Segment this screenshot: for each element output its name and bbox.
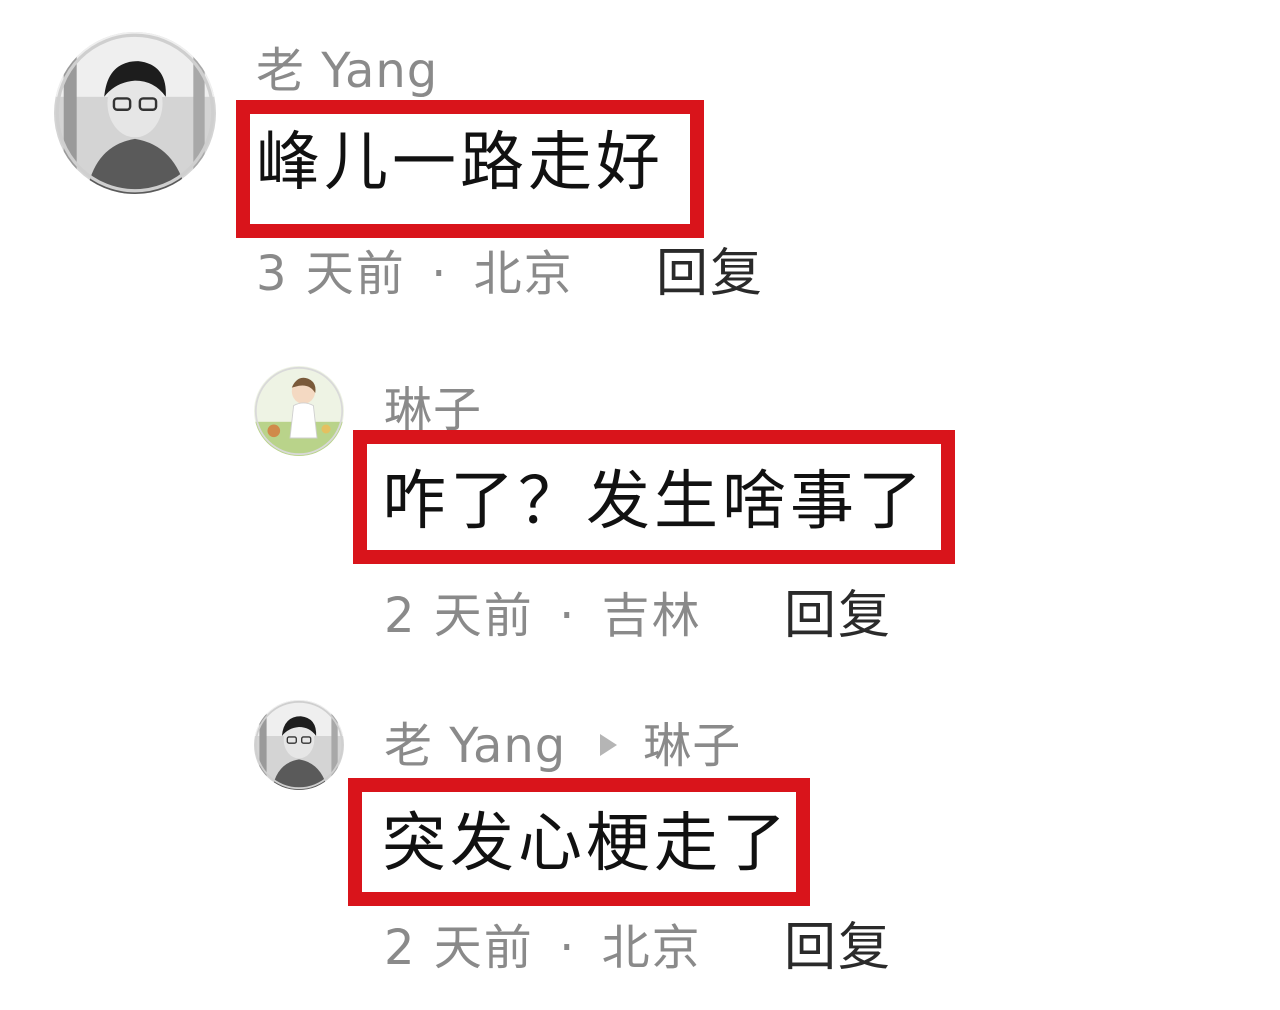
comment-body: 咋了？发生啥事了 [382,465,926,539]
comment-body: 突发心梗走了 [382,807,790,881]
comment-time: 2 天前 [384,588,534,644]
comment-time: 3 天前 [256,246,406,302]
avatar-lao-yang[interactable] [54,32,216,194]
avatar-cartoon-icon [254,366,344,456]
reply-button[interactable]: 回复 [656,248,764,300]
reply-button[interactable]: 回复 [784,590,892,642]
comment-time: 2 天前 [384,920,534,976]
comment-meta: 3 天前 · 北京 [256,250,574,298]
reply-button[interactable]: 回复 [784,922,892,974]
avatar-photo-icon [254,700,344,790]
comment-meta: 2 天前 · 吉林 [384,592,702,640]
avatar-linzi[interactable] [254,366,344,456]
meta-separator: · [559,588,577,644]
comment-location: 北京 [601,920,702,976]
highlight-box [353,430,955,564]
meta-separator: · [431,246,449,302]
comment-meta: 2 天前 · 北京 [384,924,702,972]
comment-location: 吉林 [601,588,702,644]
comment-author[interactable]: 老 Yang [384,718,566,774]
comment-author[interactable]: 琳子 [384,386,482,434]
comment-body: 峰儿一路走好 [256,126,664,200]
avatar-lao-yang[interactable] [254,700,344,790]
reply-to-author[interactable]: 琳子 [643,718,741,774]
meta-separator: · [559,920,577,976]
comment-1: 老 Yang 峰儿一路走好 3 天前 · 北京 回复 [0,0,1280,320]
comment-location: 北京 [473,246,574,302]
triangle-right-icon [600,734,618,756]
avatar-photo-icon [54,32,216,194]
comment-author-line: 老 Yang 琳子 [384,722,741,770]
highlight-box [348,778,810,906]
comment-author[interactable]: 老 Yang [256,47,438,95]
